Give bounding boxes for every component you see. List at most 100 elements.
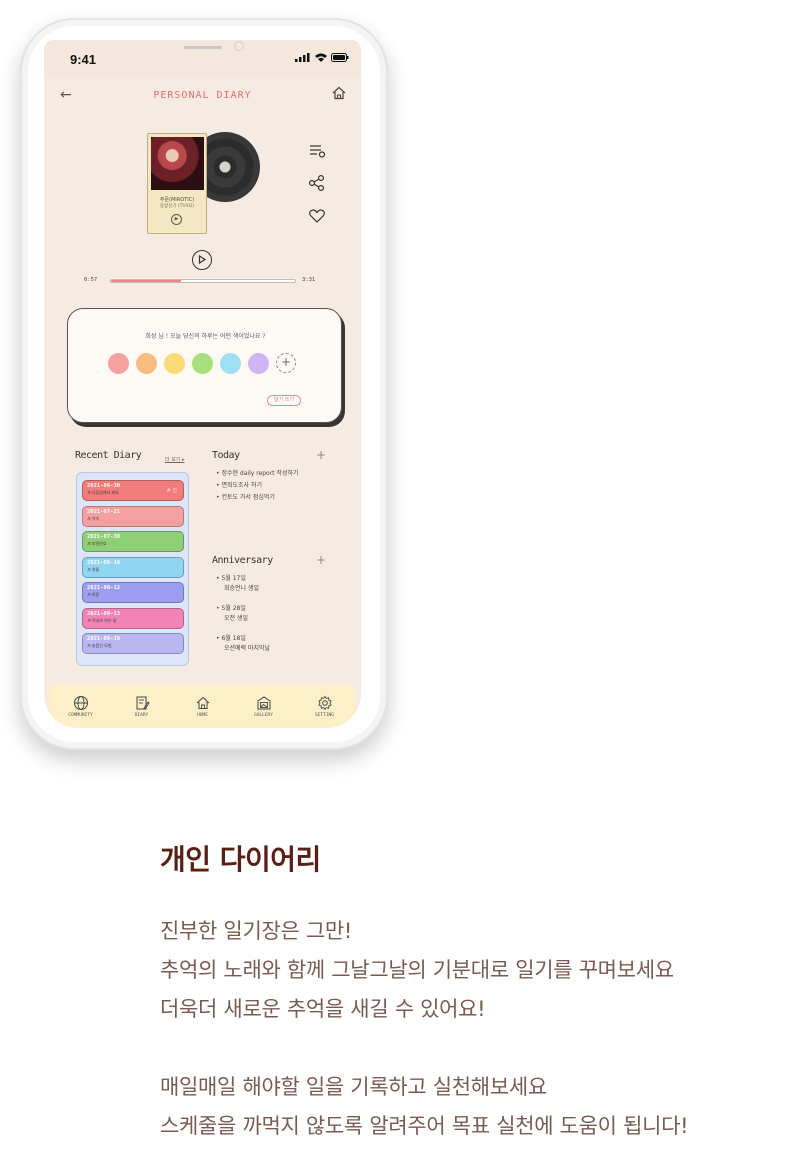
- diary-entry-date: 2021-08-13: [87, 610, 121, 617]
- todo-list: • 정수현 daily report 작성하기 • 면죄도조사 하기 • 컨토도 가…: [216, 468, 299, 504]
- todo-item[interactable]: • 정수현 daily report 작성하기: [216, 468, 299, 480]
- diary-entry-date: 2021-07-21: [87, 508, 121, 515]
- speaker-grille: [184, 46, 222, 49]
- mood-color-picker: +: [108, 353, 296, 374]
- play-button[interactable]: [192, 250, 212, 270]
- anniversary-item[interactable]: • 5월 28일오전 생일: [216, 604, 270, 624]
- diary-entry-song: ♬ 슬픔인 모험: [87, 643, 112, 648]
- feature-line: 매일매일 해야할 일을 기록하고 실천해보세요: [160, 1075, 547, 1099]
- diary-entry-date: 2021-09-10: [87, 636, 121, 642]
- wifi-icon: [315, 53, 327, 62]
- anniversary-date: • 5월 17일: [216, 575, 246, 582]
- diary-entry-date: 2021-08-10: [87, 559, 121, 566]
- diary-entry-song: ♬ 다음꿈에서 봐요: [87, 490, 119, 495]
- anniversary-text: 오전 생일: [224, 615, 248, 622]
- diary-entry[interactable]: 2021-08-12 ♬ 파랑: [82, 582, 184, 603]
- mood-color-dot[interactable]: [248, 353, 269, 374]
- mood-color-dot[interactable]: [108, 353, 129, 374]
- nav-label: DIARY: [134, 712, 149, 718]
- status-bar: 9:41: [44, 40, 361, 78]
- feature-title: 개인 다이어리: [160, 843, 321, 876]
- diary-entry[interactable]: 2021-07-30 ♬ 비밀번호: [82, 531, 184, 552]
- total-time: 3:31: [302, 277, 316, 283]
- nav-label: SETTING: [315, 712, 334, 718]
- playlist-icon[interactable]: [308, 142, 326, 160]
- progress-bar[interactable]: [110, 279, 296, 283]
- diary-entry-song: ♬ 파랑: [87, 592, 100, 597]
- anniversary-item[interactable]: • 6월 18일오션예랙 마지막날: [216, 634, 270, 654]
- anniversary-item[interactable]: • 5월 17일희승언니 생일: [216, 574, 270, 594]
- nav-label: GALLERY: [254, 712, 273, 718]
- diary-icon: [136, 696, 150, 710]
- recent-diary-list: 2021-06-30 ♬ 다음꿈에서 봐요 # 건 2021-07-21 ♬ 약속 202…: [76, 472, 189, 666]
- volume-up-button: [18, 154, 21, 194]
- share-icon[interactable]: [308, 174, 326, 192]
- heart-icon[interactable]: [308, 207, 326, 225]
- feature-paragraph-2: 매일매일 해야할 일을 기록하고 실천해보세요 스케줄을 까먹지 않도록 알려주…: [160, 1068, 689, 1146]
- mood-color-dot[interactable]: [220, 353, 241, 374]
- song-title: 주문(MIROTIC): [159, 197, 195, 203]
- nav-label: COMMUNITY: [68, 712, 93, 718]
- todo-item[interactable]: • 컨토도 가서 점심먹기: [216, 492, 299, 504]
- power-button: [387, 184, 390, 246]
- album-art: [151, 137, 204, 190]
- write-diary-button[interactable]: 일기 쓰기: [267, 395, 301, 406]
- nav-home[interactable]: HOME: [175, 695, 231, 718]
- anniversary-title: Anniversary: [212, 555, 273, 566]
- status-icons: [295, 53, 349, 62]
- globe-icon: [73, 695, 88, 710]
- home-icon: [196, 696, 209, 709]
- diary-entry-song: ♬ 약속: [87, 515, 100, 521]
- mood-color-dot[interactable]: [192, 353, 213, 374]
- diary-entry-song: ♬ 여름: [87, 566, 100, 572]
- diary-entry[interactable]: 2021-06-30 ♬ 다음꿈에서 봐요 # 건: [82, 480, 184, 501]
- add-todo-button[interactable]: +: [316, 448, 326, 462]
- home-icon[interactable]: [331, 85, 347, 101]
- mood-question: 희성 님 ! 오늘 당신의 하루는 어떤 색이었나요 ?: [145, 333, 266, 340]
- see-more-link[interactable]: 더 보기 ▸: [165, 456, 185, 463]
- signal-icon: [295, 53, 310, 62]
- feature-line: 진부한 일기장은 그만!: [160, 919, 353, 943]
- diary-entry-song: ♬ 비밀번호: [87, 541, 107, 546]
- add-color-button[interactable]: +: [276, 353, 296, 373]
- nav-gallery[interactable]: GALLERY: [236, 695, 292, 718]
- play-icon: [198, 254, 207, 265]
- feature-paragraph-1: 진부한 일기장은 그만! 추억의 노래와 함께 그날그날의 기분대로 일기를 꾸…: [160, 912, 688, 1029]
- nav-setting[interactable]: SETTING: [297, 695, 353, 718]
- diary-entry[interactable]: 2021-07-21 ♬ 약속: [82, 505, 184, 527]
- app-header: ← PERSONAL DIARY: [44, 78, 361, 114]
- today-title: Today: [212, 450, 240, 461]
- nav-community[interactable]: COMMUNITY: [53, 695, 109, 718]
- bottom-nav: COMMUNITY DIARY HOME GALLERY SETTING: [50, 685, 355, 727]
- feature-line: 추억의 노래와 함께 그날그날의 기분대로 일기를 꾸며보세요: [160, 958, 674, 982]
- diary-entry-song: ♬ 작내와 약은 날: [87, 617, 117, 623]
- app-title: PERSONAL DIARY: [153, 90, 252, 101]
- diary-entry[interactable]: 2021-08-10 ♬ 여름: [82, 556, 184, 578]
- mute-switch: [18, 116, 21, 138]
- diary-entry[interactable]: 2021-09-10 ♬ 슬픔인 모험: [82, 633, 184, 654]
- anniversary-text: 오션예랙 마지막날: [224, 645, 271, 652]
- gear-icon: [317, 695, 332, 710]
- feature-description: 진부한 일기장은 그만! 추억의 노래와 함께 그날그날의 기분대로 일기를 꾸…: [160, 912, 689, 1146]
- anniversary-text: 희승언니 생일: [224, 585, 260, 592]
- album-play-icon[interactable]: ▶: [171, 214, 182, 225]
- diary-entry[interactable]: 2021-08-13 ♬ 작내와 약은 날: [82, 607, 184, 629]
- mood-color-dot[interactable]: [136, 353, 157, 374]
- feature-line: 더욱더 새로운 추억을 새길 수 있어요!: [160, 997, 486, 1021]
- todo-item[interactable]: • 면죄도조사 하기: [216, 480, 299, 492]
- add-anniversary-button[interactable]: +: [316, 553, 326, 567]
- diary-entry-date: 2021-08-12: [87, 585, 121, 591]
- mood-color-dot[interactable]: [164, 353, 185, 374]
- feature-line: 스케줄을 까먹지 않도록 알려주어 목표 실천에 도움이 됩니다!: [160, 1114, 689, 1138]
- diary-entry-date: 2021-07-30: [87, 534, 121, 540]
- battery-icon: [331, 53, 349, 62]
- camera-icon: [234, 41, 244, 51]
- anniversary-date: • 5월 28일: [216, 605, 246, 612]
- app-screen: 9:41 ← PERSONAL DIARY 주문(MIROTIC) 동방신기 (…: [44, 40, 361, 728]
- mood-card: 희성 님 ! 오늘 당신의 하루는 어떤 색이었나요 ? + 일기 쓰기: [67, 308, 342, 423]
- album-card[interactable]: 주문(MIROTIC) 동방신기 (TVXQ) ▶: [147, 133, 207, 234]
- anniversary-date: • 6월 18일: [216, 635, 246, 642]
- volume-down-button: [18, 202, 21, 242]
- nav-diary[interactable]: DIARY: [114, 695, 170, 718]
- recent-diary-title: Recent Diary: [75, 450, 142, 461]
